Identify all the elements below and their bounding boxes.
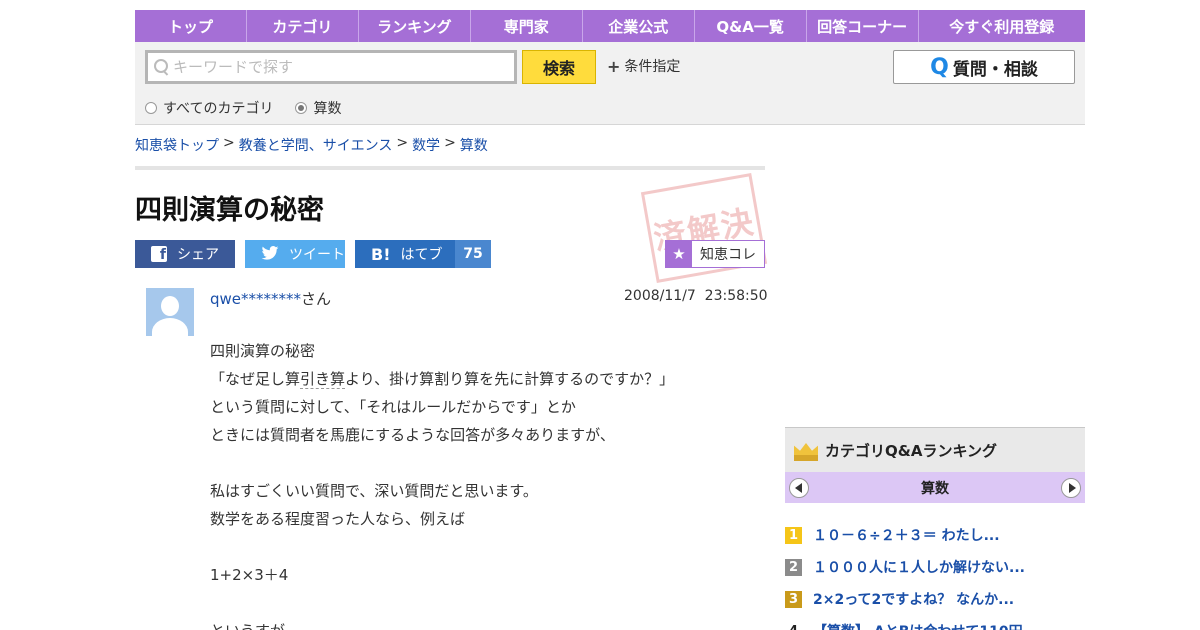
question-author: qwe********さん bbox=[210, 288, 331, 309]
rank-number: 1 bbox=[785, 526, 802, 544]
q-logo-icon: Q bbox=[930, 54, 949, 80]
question-line: というすが bbox=[210, 617, 760, 630]
radio-all-label: すべてのカテゴリ bbox=[163, 101, 274, 117]
ranking-category-nav: 算数 bbox=[785, 472, 1085, 503]
search-box bbox=[145, 50, 517, 84]
top-nav: トップ カテゴリ ランキング 専門家 企業公式 Q&A一覧 回答コーナー 今すぐ… bbox=[135, 10, 1085, 42]
ranking-item: 2 １０００人に１人しか解けない... bbox=[785, 551, 1085, 583]
hatena-count-badge: 75 bbox=[455, 240, 491, 268]
condition-label: 条件指定 bbox=[624, 59, 681, 75]
nav-item-experts[interactable]: 専門家 bbox=[471, 10, 583, 42]
crown-icon bbox=[793, 439, 819, 461]
ranking-item: 1 １０－６÷２＋３＝ わたし... bbox=[785, 519, 1085, 551]
twitter-bird-icon bbox=[261, 245, 279, 264]
chie-collection-button[interactable]: ★ 知恵コレ bbox=[665, 240, 765, 268]
breadcrumb: 知恵袋トップ > 教養と学問、サイエンス > 数学 > 算数 bbox=[135, 135, 488, 155]
divider bbox=[135, 166, 765, 170]
hatena-bookmark-button[interactable]: B! はてブ 75 bbox=[355, 240, 491, 268]
question-line: ときには質問者を馬鹿にするような回答が多々ありますが、 bbox=[210, 426, 615, 444]
ranking-category: 算数 bbox=[921, 480, 949, 497]
plus-icon: + bbox=[607, 56, 621, 76]
nav-item-register[interactable]: 今すぐ利用登録 bbox=[919, 10, 1085, 42]
search-input[interactable] bbox=[173, 58, 493, 76]
ranking-item-link[interactable]: １０００人に１人しか解けない... bbox=[813, 557, 1025, 577]
ranking-item: 3 2×2って2ですよね？ なんか... bbox=[785, 583, 1085, 615]
twitter-share-button[interactable]: ツイート bbox=[245, 240, 345, 268]
question-text: より、掛け算割り算を先に計算するのですか？」 bbox=[345, 370, 675, 388]
breadcrumb-separator: > bbox=[444, 135, 456, 151]
search-icon bbox=[154, 59, 170, 75]
question-line: 「なぜ足し算引き算より、掛け算割り算を先に計算するのですか？」 bbox=[210, 365, 760, 393]
question-line bbox=[210, 589, 760, 617]
avatar-body bbox=[152, 318, 188, 336]
rank-number: 2 bbox=[785, 558, 802, 576]
question-line: 私はすごくいい質問で、深い質問だと思います。 bbox=[210, 482, 538, 500]
ranking-item-link[interactable]: 【算数】 AとBは合わせて110円... bbox=[813, 621, 1039, 630]
keyword-link[interactable]: 引き算 bbox=[300, 370, 346, 389]
question-line bbox=[210, 449, 760, 477]
nav-item-answer-corner[interactable]: 回答コーナー bbox=[807, 10, 919, 42]
ranking-list: 1 １０－６÷２＋３＝ わたし... 2 １０００人に１人しか解けない... 3… bbox=[785, 519, 1085, 630]
author-suffix: さん bbox=[301, 290, 332, 308]
ranking-item: 4 【算数】 AとBは合わせて110円... bbox=[785, 615, 1085, 630]
radio-unchecked-icon bbox=[145, 102, 157, 114]
ranking-item-link[interactable]: １０－６÷２＋３＝ わたし... bbox=[813, 525, 1000, 545]
category-ranking: カテゴリQ&Aランキング 算数 1 １０－６÷２＋３＝ わたし... 2 １００… bbox=[785, 427, 1085, 630]
author-link[interactable]: qwe******** bbox=[210, 290, 301, 308]
rank-number: 4 bbox=[785, 623, 802, 630]
radio-checked-icon bbox=[295, 102, 308, 114]
search-button[interactable]: 検索 bbox=[522, 50, 596, 84]
prev-arrow-icon[interactable] bbox=[789, 477, 809, 498]
hatena-b-icon: B! bbox=[371, 244, 391, 264]
breadcrumb-separator: > bbox=[396, 135, 409, 151]
radio-current-label: 算数 bbox=[313, 101, 342, 117]
ask-question-button[interactable]: Q 質問・相談 bbox=[893, 50, 1075, 84]
facebook-share-button[interactable]: f シェア bbox=[135, 240, 235, 268]
ranking-title: カテゴリQ&Aランキング bbox=[825, 441, 997, 460]
rank-number: 3 bbox=[785, 590, 802, 608]
twitter-share-label: ツイート bbox=[289, 247, 345, 263]
nav-item-category[interactable]: カテゴリ bbox=[247, 10, 359, 42]
breadcrumb-separator: > bbox=[223, 135, 235, 151]
radio-current-category[interactable]: 算数 bbox=[295, 98, 341, 118]
search-area: 検索 + 条件指定 Q 質問・相談 すべてのカテゴリ 算数 bbox=[135, 42, 1085, 125]
question-text: 「なぜ足し算 bbox=[210, 370, 301, 388]
next-arrow-icon[interactable] bbox=[1061, 477, 1081, 498]
radio-all-categories[interactable]: すべてのカテゴリ bbox=[145, 98, 273, 118]
question-date: 2008/11/7 23:58:50 bbox=[624, 288, 768, 304]
breadcrumb-link-science[interactable]: 教養と学問、サイエンス bbox=[239, 135, 393, 155]
avatar[interactable] bbox=[146, 288, 194, 336]
question-line bbox=[210, 533, 760, 561]
avatar-head bbox=[161, 296, 179, 316]
ask-question-label: 質問・相談 bbox=[952, 59, 1038, 80]
breadcrumb-link-top[interactable]: 知恵袋トップ bbox=[135, 135, 219, 155]
chie-collection-label: 知恵コレ bbox=[700, 247, 756, 263]
breadcrumb-link-arithmetic[interactable]: 算数 bbox=[460, 135, 488, 155]
condition-toggle[interactable]: + 条件指定 bbox=[607, 56, 680, 76]
ranking-header: カテゴリQ&Aランキング bbox=[785, 427, 1085, 472]
category-scope: すべてのカテゴリ 算数 bbox=[145, 98, 341, 118]
breadcrumb-link-math[interactable]: 数学 bbox=[412, 135, 440, 155]
nav-item-official[interactable]: 企業公式 bbox=[583, 10, 695, 42]
question-body: 四則演算の秘密 「なぜ足し算引き算より、掛け算割り算を先に計算するのですか？」 … bbox=[210, 337, 760, 630]
nav-item-ranking[interactable]: ランキング bbox=[359, 10, 471, 42]
ranking-item-link[interactable]: 2×2って2ですよね？ なんか... bbox=[813, 589, 1014, 609]
question-line: 数学をある程度習った人なら、例えば bbox=[210, 510, 466, 528]
question-line: という質問に対して、「それはルールだからです」とか bbox=[210, 398, 576, 416]
question-line: 四則演算の秘密 bbox=[210, 342, 316, 360]
page-title: 四則演算の秘密 bbox=[135, 195, 324, 226]
nav-item-qa-list[interactable]: Q&A一覧 bbox=[695, 10, 807, 42]
facebook-share-label: シェア bbox=[177, 247, 219, 263]
facebook-icon: f bbox=[151, 246, 167, 262]
nav-item-top[interactable]: トップ bbox=[135, 10, 247, 42]
hatena-share-label: はてブ bbox=[400, 247, 443, 263]
question-line: 1+2×3＋4 bbox=[210, 566, 289, 584]
star-icon: ★ bbox=[666, 241, 692, 267]
